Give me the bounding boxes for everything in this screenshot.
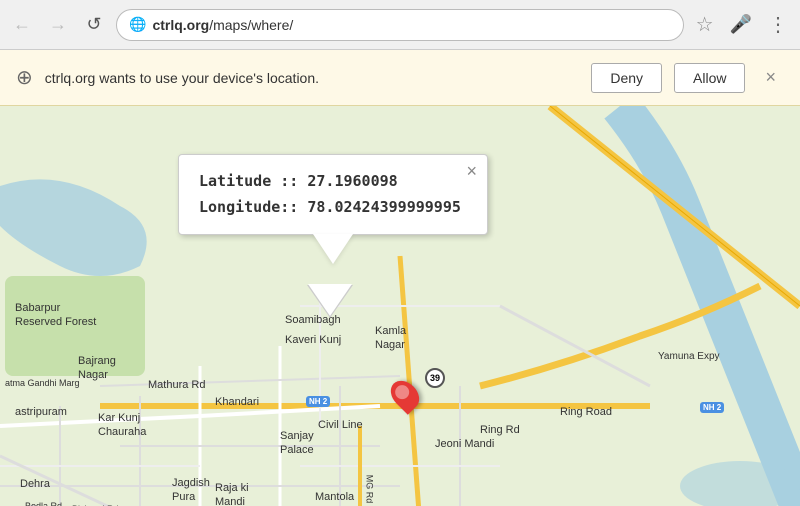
label-civil-line: Civil Line: [318, 419, 363, 431]
label-babarpur: BabarpurReserved Forest: [15, 301, 96, 330]
permission-banner: ⊕ ctrlq.org wants to use your device's l…: [0, 50, 800, 106]
label-yamuna: Yamuna Expy: [658, 351, 720, 362]
url-text: ctrlq.org/maps/where/: [152, 17, 293, 33]
reload-button[interactable]: ↺: [80, 11, 108, 39]
label-bodla: Bodla Rd: [25, 501, 62, 506]
label-astripuram: astripuram: [15, 406, 67, 418]
label-kaveri: Kaveri Kunj: [285, 334, 341, 346]
permission-message: ctrlq.org wants to use your device's loc…: [45, 70, 580, 86]
label-atma-gandhi: atma Gandhi Marg: [5, 378, 80, 388]
info-popup: × Latitude :: 27.1960098 Longitude:: 78.…: [178, 154, 488, 235]
label-mantola: Mantola: [315, 491, 354, 503]
label-jeoni: Jeoni Mandi: [435, 438, 494, 450]
label-dehra: Dehra: [20, 478, 50, 490]
longitude-line: Longitude:: 78.02424399999995: [199, 195, 467, 221]
nh2-shield-2: NH 2: [700, 402, 724, 413]
browser-actions: ☆ 🎤 ⋮: [692, 8, 792, 41]
label-kar-kunj: Kar KunjChauraha: [98, 411, 146, 440]
back-button[interactable]: ←: [8, 11, 36, 39]
label-mg-rd: MG Rd: [364, 475, 374, 504]
label-kamla: KamlaNagar: [375, 324, 406, 353]
label-khandari: Khandari: [215, 396, 259, 408]
microphone-button[interactable]: 🎤: [726, 10, 756, 39]
label-bajrang: BajrangNagar: [78, 354, 116, 383]
label-ring-road: Ring Road: [560, 406, 612, 418]
location-icon: ⊕: [16, 65, 33, 90]
latitude-label: Latitude ::: [199, 172, 298, 190]
route-39-badge: 39: [425, 368, 445, 388]
bookmark-button[interactable]: ☆: [692, 8, 718, 41]
url-domain: ctrlq.org: [152, 17, 209, 33]
forward-button[interactable]: →: [44, 11, 72, 39]
allow-button[interactable]: Allow: [674, 63, 745, 93]
longitude-label: Longitude::: [199, 198, 298, 216]
url-path: /maps/where/: [209, 17, 293, 33]
banner-close-button[interactable]: ×: [757, 63, 784, 92]
address-bar[interactable]: 🌐 ctrlq.org/maps/where/: [116, 9, 684, 41]
nh2-shield-1: NH 2: [306, 396, 330, 407]
label-raja-ki: Raja kiMandi: [215, 481, 249, 506]
label-ring-rd: Ring Rd: [480, 424, 520, 436]
label-sanjay: SanjayPalace: [280, 429, 314, 458]
latitude-line: Latitude :: 27.1960098: [199, 169, 467, 195]
label-mathura: Mathura Rd: [148, 379, 205, 391]
browser-toolbar: ← → ↺ 🌐 ctrlq.org/maps/where/ ☆ 🎤 ⋮: [0, 0, 800, 50]
latitude-value: 27.1960098: [307, 172, 397, 190]
globe-icon: 🌐: [129, 16, 146, 33]
popup-tail: [308, 284, 352, 316]
label-jagdish: JagdishPura: [172, 476, 210, 505]
map-pin: [393, 379, 417, 411]
map-container[interactable]: BabarpurReserved Forest BajrangNagar atm…: [0, 106, 800, 506]
longitude-value: 78.02424399999995: [307, 198, 461, 216]
menu-button[interactable]: ⋮: [764, 8, 792, 41]
deny-button[interactable]: Deny: [591, 63, 662, 93]
info-popup-close-button[interactable]: ×: [466, 161, 477, 182]
